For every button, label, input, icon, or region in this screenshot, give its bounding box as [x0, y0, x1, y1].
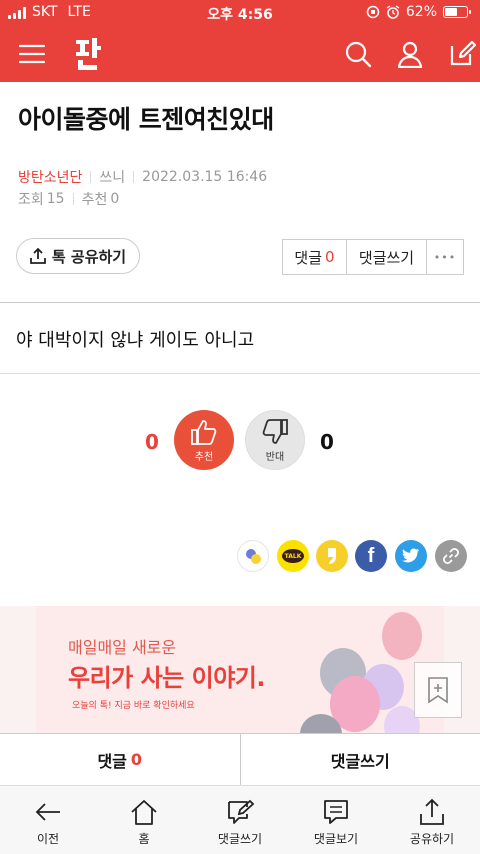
- write-comment-icon: [228, 799, 255, 824]
- comments-count: 0: [325, 248, 335, 266]
- share-icon: [420, 798, 444, 825]
- write-comment-button[interactable]: 댓글쓰기: [347, 240, 427, 274]
- upvote-label: 추천: [194, 451, 214, 463]
- kakao-share-button[interactable]: 톡 공유하기: [16, 238, 140, 274]
- view-comments-icon: [324, 800, 348, 824]
- write-comment-label: 댓글쓰기: [217, 832, 263, 846]
- views-label: 조회: [18, 192, 44, 208]
- home-label: 홈: [138, 832, 150, 846]
- post-body: 야 대박이지 않냐 게이도 아니고: [16, 330, 255, 351]
- comments-button[interactable]: 댓글 0: [283, 240, 347, 274]
- divider: [0, 373, 480, 374]
- comments-label: 댓글: [294, 248, 323, 267]
- view-comments-tool[interactable]: 댓글보기: [288, 786, 384, 854]
- downvote-count: 0: [320, 430, 334, 454]
- copy-link-icon[interactable]: [435, 540, 467, 572]
- alarm-icon: [386, 5, 400, 19]
- quote-share-icon[interactable]: [316, 540, 348, 572]
- search-icon[interactable]: [342, 38, 374, 70]
- divider: [0, 302, 480, 303]
- bookmark-button[interactable]: [414, 662, 462, 718]
- facebook-share-icon[interactable]: f: [355, 540, 387, 572]
- downvote-button[interactable]: 반대: [245, 410, 305, 470]
- kakaotalk-share-icon[interactable]: TALK: [277, 540, 309, 572]
- battery-icon: [443, 6, 471, 18]
- post-meta-line1: 방탄소년단 쓰니 2022.03.15 16:46: [18, 167, 267, 187]
- view-comments-button[interactable]: 댓글 0: [0, 734, 241, 785]
- status-right: 62%: [366, 4, 471, 20]
- meta-separator: [133, 171, 135, 183]
- channel-link[interactable]: 방탄소년단: [18, 167, 82, 187]
- downvote-label: 반대: [265, 451, 285, 463]
- pann-logo-icon: [76, 38, 101, 70]
- bottom-comment-bar: 댓글 0 댓글쓰기: [0, 733, 480, 785]
- edit-icon[interactable]: [446, 38, 478, 70]
- share-label: 톡 공유하기: [51, 247, 127, 266]
- post-date: 2022.03.15 16:46: [142, 169, 268, 185]
- thumbs-down-icon: [262, 418, 288, 444]
- view-comments-label: 댓글보기: [313, 832, 359, 846]
- banner-title: 우리가 사는 이야기.: [68, 664, 265, 692]
- share-icon: [29, 248, 46, 264]
- recommend-label: 추천: [81, 192, 108, 208]
- battery-percent: 62%: [405, 4, 437, 20]
- share-tool[interactable]: 공유하기: [384, 786, 480, 854]
- meta-separator: [90, 171, 92, 183]
- kakaostory-share-icon[interactable]: [237, 540, 269, 572]
- promo-banner[interactable]: 매일매일 새로운 우리가 사는 이야기. 오늘의 톡! 지금 바로 확인하세요: [0, 606, 480, 733]
- menu-icon[interactable]: [16, 38, 48, 70]
- comments-count: 0: [130, 750, 143, 769]
- upvote-button[interactable]: 추천: [174, 410, 234, 470]
- status-bar: SKT LTE 오후 4:56 62%: [0, 0, 480, 26]
- views-count: 15: [46, 191, 65, 207]
- post-title: 아이돌중에 트젠여친있대: [18, 105, 274, 134]
- back-arrow-icon: [35, 803, 60, 821]
- write-comment-tool[interactable]: 댓글쓰기: [192, 786, 288, 854]
- more-button[interactable]: •••: [427, 240, 463, 274]
- comments-label: 댓글: [97, 751, 127, 771]
- meta-separator: [72, 193, 74, 205]
- thumbs-up-icon: [191, 419, 217, 445]
- banner-caption: 오늘의 톡! 지금 바로 확인하세요: [72, 701, 195, 711]
- share-label: 공유하기: [409, 832, 455, 846]
- orientation-lock-icon: [366, 5, 380, 19]
- post-meta-line2: 조회 15 추천 0: [18, 189, 119, 209]
- author-name: 쓰니: [99, 170, 126, 186]
- balloon-graphic: [382, 612, 422, 660]
- home-icon: [131, 800, 157, 825]
- battery-fill: [445, 8, 458, 16]
- back-label: 이전: [36, 832, 60, 846]
- recommend-count: 0: [110, 191, 120, 207]
- app-header: [0, 26, 480, 82]
- logo[interactable]: [70, 34, 110, 74]
- banner-subtitle: 매일매일 새로운: [68, 638, 177, 657]
- bottom-toolbar: 이전 홈 댓글쓰기 댓글보기 공유하기: [0, 785, 480, 854]
- home-button[interactable]: 홈: [96, 786, 192, 854]
- upvote-count: 0: [145, 430, 159, 454]
- back-button[interactable]: 이전: [0, 786, 96, 854]
- talk-badge: TALK: [282, 549, 304, 563]
- comment-action-group: 댓글 0 댓글쓰기 •••: [282, 239, 464, 275]
- twitter-share-icon[interactable]: [395, 540, 427, 572]
- bookmark-add-icon: [428, 677, 448, 704]
- user-icon[interactable]: [394, 38, 426, 70]
- write-comment-button[interactable]: 댓글쓰기: [241, 734, 480, 785]
